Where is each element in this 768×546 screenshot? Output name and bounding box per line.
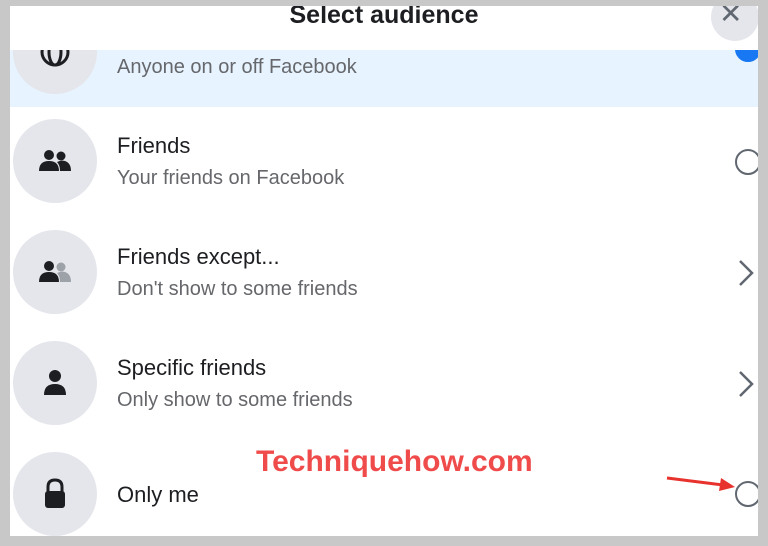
person-icon-bg [13,341,97,425]
audience-option-specific-friends[interactable]: Specific friends Only show to some frien… [10,329,758,440]
option-subtitle: Your friends on Facebook [117,167,345,189]
option-radio[interactable] [735,149,761,175]
screenshot-border-top [0,0,768,6]
audience-option-public[interactable]: Anyone on or off Facebook [10,10,761,107]
chevron-right-icon[interactable] [734,258,758,288]
option-title: Friends except... [117,244,280,269]
audience-option-friends[interactable]: Friends Your friends on Facebook [10,107,761,218]
option-title: Specific friends [117,355,267,380]
friends-except-icon [39,261,71,282]
friends-except-icon-bg [13,230,97,314]
friends-icon-bg [13,119,97,203]
lock-icon-bg [13,452,97,536]
lock-icon [45,478,65,508]
option-subtitle: Only show to some friends [117,389,353,411]
dialog-header: Select audience [10,0,758,50]
watermark-text: Techniquehow.com [256,445,533,478]
audience-option-friends-except[interactable]: Friends except... Don't show to some fri… [10,218,758,329]
option-title: Only me [117,482,199,507]
person-icon [44,370,66,395]
option-radio[interactable] [735,481,761,507]
chevron-right-icon[interactable] [734,369,758,399]
option-title: Friends [117,133,191,158]
option-subtitle: Anyone on or off Facebook [117,56,357,78]
option-subtitle: Don't show to some friends [117,278,358,300]
friends-icon [39,150,71,171]
red-arrow-icon [666,476,735,491]
